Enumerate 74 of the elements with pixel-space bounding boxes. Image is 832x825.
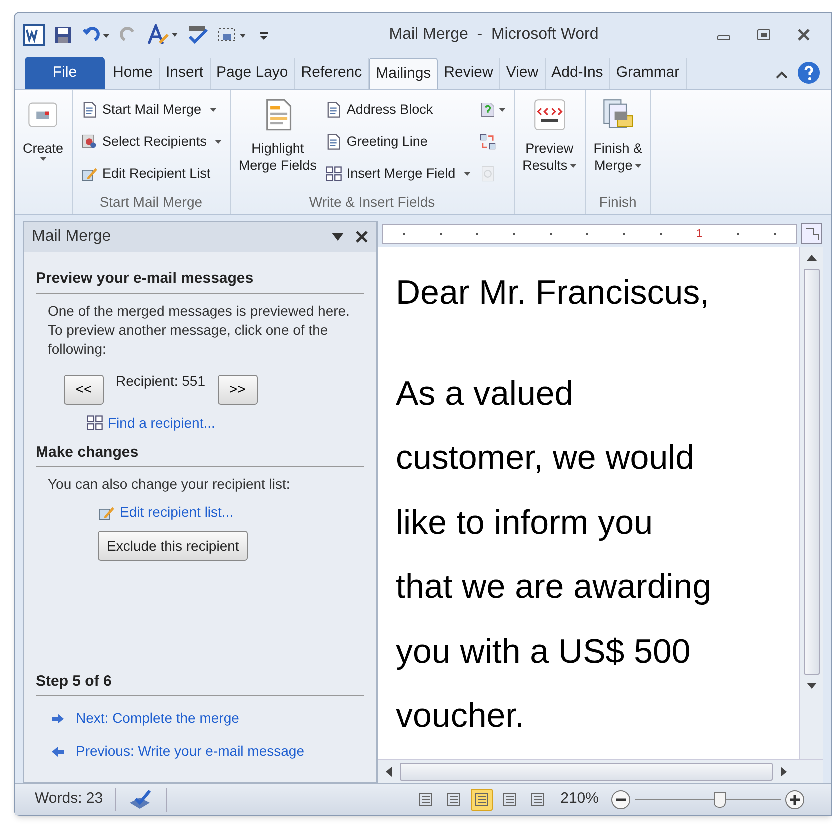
step-link[interactable]: Previous: Write your e-mail message: [76, 741, 304, 762]
next-recipient-button[interactable]: >>: [218, 374, 258, 404]
collapse-ribbon-icon[interactable]: [775, 69, 789, 81]
match-fields-icon: [478, 133, 497, 151]
ruler-mark: 1: [696, 226, 703, 242]
restore-icon[interactable]: [757, 28, 771, 42]
close-icon[interactable]: [797, 28, 811, 42]
zoom-slider-thumb[interactable]: [714, 792, 726, 808]
link[interactable]: Edit recipient list...: [120, 502, 234, 523]
zoom-level[interactable]: 210%: [560, 788, 599, 811]
exclude-recipient-button[interactable]: Exclude this recipient: [98, 531, 248, 561]
preview-abc-icon: [532, 98, 567, 132]
pane-title: Mail Merge: [32, 227, 112, 247]
spelling-check-icon[interactable]: [187, 24, 209, 46]
ribbon-button[interactable]: Address Block: [324, 94, 471, 126]
ribbon-large-button[interactable]: Finish & Merge: [590, 94, 646, 174]
page-view-icon: [502, 792, 517, 806]
ribbon-large-button[interactable]: Preview Results: [518, 94, 581, 174]
zoom-out-icon[interactable]: [611, 790, 631, 810]
grid-icon: [324, 165, 343, 183]
ribbon-large-button[interactable]: Create: [19, 94, 68, 161]
group-label: Start Mail Merge: [100, 193, 203, 212]
ribbon-button[interactable]: Edit Recipient List: [80, 158, 222, 190]
link[interactable]: Find a recipient...: [108, 412, 216, 434]
page-view-icon: [418, 792, 433, 806]
document-line: like to inform you: [396, 502, 654, 544]
dropdown-icon[interactable]: [332, 233, 344, 241]
document-line: Dear Mr. Franciscus,: [396, 273, 711, 314]
ribbon-button[interactable]: Greeting Line: [324, 126, 471, 158]
view-button[interactable]: [470, 788, 493, 810]
document-line: you with a US$ 500: [396, 632, 692, 672]
document-line: As a valued: [396, 374, 575, 414]
view-ruler-icon[interactable]: [801, 223, 823, 245]
close-icon[interactable]: [356, 231, 368, 243]
people-icon: [80, 133, 99, 151]
save-icon[interactable]: [53, 25, 73, 45]
previous-recipient-button[interactable]: <<: [64, 374, 104, 404]
word-count[interactable]: Words: 23: [23, 788, 116, 811]
page-view-icon: [474, 792, 489, 806]
vertical-scrollbar[interactable]: [799, 247, 823, 759]
horizontal-scrollbar[interactable]: [378, 759, 823, 783]
window-title: Mail Merge - Microsoft Word: [388, 25, 600, 45]
right-arrow-icon: [52, 714, 64, 724]
step-link[interactable]: Next: Complete the merge: [76, 708, 240, 729]
section-heading: Preview your e-mail messages: [36, 268, 364, 294]
ribbon-button[interactable]: Insert Merge Field: [324, 158, 471, 190]
left-arrow-icon: [52, 746, 64, 756]
ribbon-large-button[interactable]: Highlight Merge Fields: [234, 94, 321, 174]
document-line: that we are awarding: [396, 567, 713, 608]
file-tab[interactable]: File: [25, 57, 105, 89]
page-view-icon: [446, 792, 461, 806]
word-logo-icon: [23, 24, 45, 46]
ribbon-button[interactable]: Start Mail Merge: [80, 94, 222, 126]
help-icon[interactable]: [797, 61, 821, 85]
scroll-down-icon[interactable]: [806, 683, 816, 689]
document-line: voucher.: [396, 696, 526, 737]
question-document-icon: [478, 101, 497, 119]
scroll-right-icon[interactable]: [781, 766, 787, 776]
ribbon-tab[interactable]: Mailings: [369, 58, 438, 89]
recipient-label: Recipient: 551: [116, 372, 206, 391]
scroll-left-icon[interactable]: [386, 766, 392, 776]
page-view-icon: [530, 792, 545, 806]
section-text: One of the merged messages is previewed here. To preview another message, click one of the following:: [47, 302, 351, 358]
ribbon-button[interactable]: Select Recipients: [80, 126, 222, 158]
group-label: Finish: [599, 193, 637, 212]
font-style-icon[interactable]: [147, 24, 179, 46]
document-line: customer, we would: [396, 438, 696, 479]
section-text: You can also change your recipient list:: [47, 475, 292, 494]
group-label: Write & Insert Fields: [309, 193, 436, 212]
grid-icon: [86, 414, 104, 432]
zoom-in-icon[interactable]: [785, 790, 805, 810]
scroll-up-icon[interactable]: [806, 255, 816, 261]
step-heading: Step 5 of 6: [36, 670, 364, 696]
section-heading: Make changes: [36, 442, 364, 467]
